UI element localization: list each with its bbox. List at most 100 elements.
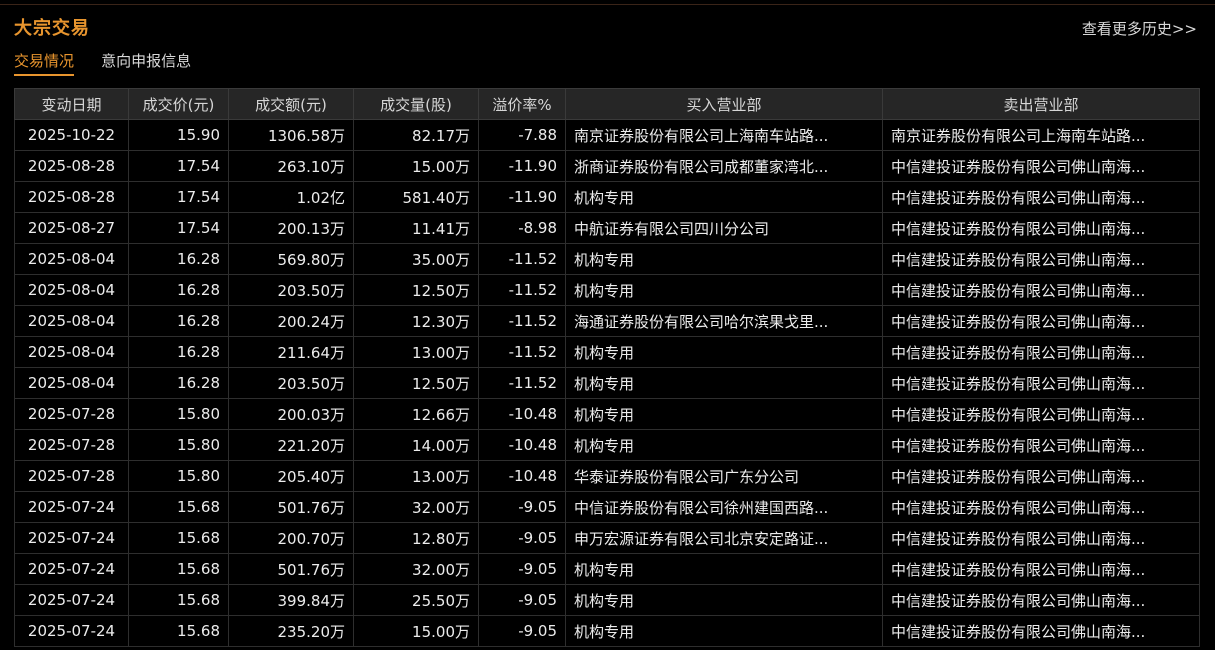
cell-premium-rate: -7.88	[478, 119, 566, 151]
cell-buyer-branch: 南京证券股份有限公司上海南车站路...	[565, 119, 883, 151]
cell-amount: 203.50万	[228, 274, 354, 306]
cell-amount: 221.20万	[228, 429, 354, 461]
cell-date: 2025-10-22	[14, 119, 129, 151]
cell-volume: 15.00万	[353, 615, 479, 647]
table-row[interactable]: 2025-08-04 16.28 203.50万 12.50万 -11.52 机构专用 中信…	[14, 367, 1200, 399]
cell-amount: 1306.58万	[228, 119, 354, 151]
cell-volume: 581.40万	[353, 181, 479, 213]
cell-premium-rate: -9.05	[478, 615, 566, 647]
column-header-amount[interactable]: 成交额(元)	[228, 88, 354, 120]
cell-amount: 1.02亿	[228, 181, 354, 213]
cell-premium-rate: -10.48	[478, 398, 566, 430]
cell-price: 16.28	[128, 336, 229, 368]
column-header-seller-branch[interactable]: 卖出营业部	[882, 88, 1200, 120]
block-trade-table: 变动日期 成交价(元) 成交额(元) 成交量(股) 溢价率% 买入营业部 卖出营…	[14, 88, 1200, 647]
cell-buyer-branch: 机构专用	[565, 429, 883, 461]
table-row[interactable]: 2025-07-24 15.68 235.20万 15.00万 -9.05 机构专用 中信建…	[14, 615, 1200, 647]
cell-date: 2025-07-28	[14, 429, 129, 461]
cell-seller-branch: 中信建投证券股份有限公司佛山南海...	[882, 336, 1200, 368]
cell-premium-rate: -9.05	[478, 491, 566, 523]
column-header-premium-rate[interactable]: 溢价率%	[478, 88, 566, 120]
cell-seller-branch: 中信建投证券股份有限公司佛山南海...	[882, 243, 1200, 275]
table-row[interactable]: 2025-08-04 16.28 569.80万 35.00万 -11.52 机构专用 中信…	[14, 243, 1200, 275]
cell-price: 15.68	[128, 584, 229, 616]
table-row[interactable]: 2025-07-24 15.68 200.70万 12.80万 -9.05 申万宏源证券有…	[14, 522, 1200, 554]
cell-price: 16.28	[128, 367, 229, 399]
cell-seller-branch: 中信建投证券股份有限公司佛山南海...	[882, 212, 1200, 244]
column-header-buyer-branch[interactable]: 买入营业部	[565, 88, 883, 120]
column-header-volume[interactable]: 成交量(股)	[353, 88, 479, 120]
cell-buyer-branch: 机构专用	[565, 398, 883, 430]
cell-amount: 203.50万	[228, 367, 354, 399]
cell-seller-branch: 中信建投证券股份有限公司佛山南海...	[882, 522, 1200, 554]
cell-date: 2025-08-04	[14, 367, 129, 399]
cell-buyer-branch: 机构专用	[565, 367, 883, 399]
tab-trade-info[interactable]: 交易情况	[14, 50, 75, 76]
cell-seller-branch: 中信建投证券股份有限公司佛山南海...	[882, 584, 1200, 616]
cell-buyer-branch: 浙商证券股份有限公司成都董家湾北...	[565, 150, 883, 182]
table-row[interactable]: 2025-07-28 15.80 205.40万 13.00万 -10.48 华泰证券股份…	[14, 460, 1200, 492]
table-row[interactable]: 2025-08-27 17.54 200.13万 11.41万 -8.98 中航证券有限公…	[14, 212, 1200, 244]
cell-amount: 205.40万	[228, 460, 354, 492]
table-row[interactable]: 2025-08-28 17.54 1.02亿 581.40万 -11.90 机构专用 中信建…	[14, 181, 1200, 213]
table-row[interactable]: 2025-07-28 15.80 200.03万 12.66万 -10.48 机构专用 中信…	[14, 398, 1200, 430]
cell-volume: 35.00万	[353, 243, 479, 275]
cell-seller-branch: 中信建投证券股份有限公司佛山南海...	[882, 615, 1200, 647]
cell-price: 17.54	[128, 181, 229, 213]
column-header-date[interactable]: 变动日期	[14, 88, 129, 120]
cell-volume: 15.00万	[353, 150, 479, 182]
table-row[interactable]: 2025-08-04 16.28 200.24万 12.30万 -11.52 海通证券股份…	[14, 305, 1200, 337]
cell-date: 2025-07-24	[14, 584, 129, 616]
cell-amount: 501.76万	[228, 553, 354, 585]
cell-buyer-branch: 申万宏源证券有限公司北京安定路证...	[565, 522, 883, 554]
cell-premium-rate: -11.52	[478, 336, 566, 368]
cell-buyer-branch: 华泰证券股份有限公司广东分公司	[565, 460, 883, 492]
tab-intent-declaration[interactable]: 意向申报信息	[101, 50, 191, 74]
column-header-price[interactable]: 成交价(元)	[128, 88, 229, 120]
table-row[interactable]: 2025-07-24 15.68 501.76万 32.00万 -9.05 机构专用 中信建…	[14, 553, 1200, 585]
cell-price: 15.68	[128, 522, 229, 554]
table-row[interactable]: 2025-08-28 17.54 263.10万 15.00万 -11.90 浙商证券股份…	[14, 150, 1200, 182]
cell-buyer-branch: 机构专用	[565, 181, 883, 213]
cell-amount: 200.03万	[228, 398, 354, 430]
cell-date: 2025-07-24	[14, 615, 129, 647]
cell-seller-branch: 中信建投证券股份有限公司佛山南海...	[882, 491, 1200, 523]
cell-amount: 211.64万	[228, 336, 354, 368]
cell-price: 15.80	[128, 398, 229, 430]
tab-bar: 交易情况 意向申报信息	[14, 50, 213, 76]
cell-price: 16.28	[128, 305, 229, 337]
table-row[interactable]: 2025-08-04 16.28 203.50万 12.50万 -11.52 机构专用 中信…	[14, 274, 1200, 306]
cell-premium-rate: -9.05	[478, 584, 566, 616]
cell-premium-rate: -11.52	[478, 367, 566, 399]
cell-volume: 12.50万	[353, 274, 479, 306]
cell-buyer-branch: 中航证券有限公司四川分公司	[565, 212, 883, 244]
cell-seller-branch: 中信建投证券股份有限公司佛山南海...	[882, 460, 1200, 492]
cell-premium-rate: -11.52	[478, 274, 566, 306]
table-row[interactable]: 2025-10-22 15.90 1306.58万 82.17万 -7.88 南京证券股份…	[14, 119, 1200, 151]
cell-volume: 32.00万	[353, 491, 479, 523]
cell-buyer-branch: 中信证券股份有限公司徐州建国西路...	[565, 491, 883, 523]
table-row[interactable]: 2025-08-04 16.28 211.64万 13.00万 -11.52 机构专用 中信…	[14, 336, 1200, 368]
cell-date: 2025-07-24	[14, 553, 129, 585]
cell-amount: 501.76万	[228, 491, 354, 523]
cell-volume: 12.30万	[353, 305, 479, 337]
cell-amount: 235.20万	[228, 615, 354, 647]
cell-volume: 14.00万	[353, 429, 479, 461]
cell-premium-rate: -10.48	[478, 429, 566, 461]
cell-volume: 13.00万	[353, 336, 479, 368]
cell-date: 2025-07-28	[14, 460, 129, 492]
cell-buyer-branch: 机构专用	[565, 336, 883, 368]
table-row[interactable]: 2025-07-24 15.68 501.76万 32.00万 -9.05 中信证券股份有…	[14, 491, 1200, 523]
cell-price: 16.28	[128, 274, 229, 306]
cell-price: 17.54	[128, 212, 229, 244]
cell-date: 2025-08-04	[14, 305, 129, 337]
table-row[interactable]: 2025-07-24 15.68 399.84万 25.50万 -9.05 机构专用 中信建…	[14, 584, 1200, 616]
table-row[interactable]: 2025-07-28 15.80 221.20万 14.00万 -10.48 机构专用 中信…	[14, 429, 1200, 461]
cell-amount: 569.80万	[228, 243, 354, 275]
cell-volume: 11.41万	[353, 212, 479, 244]
cell-buyer-branch: 机构专用	[565, 615, 883, 647]
cell-date: 2025-08-04	[14, 243, 129, 275]
cell-price: 16.28	[128, 243, 229, 275]
cell-amount: 200.24万	[228, 305, 354, 337]
view-more-history-link[interactable]: 查看更多历史>>	[1082, 18, 1197, 39]
